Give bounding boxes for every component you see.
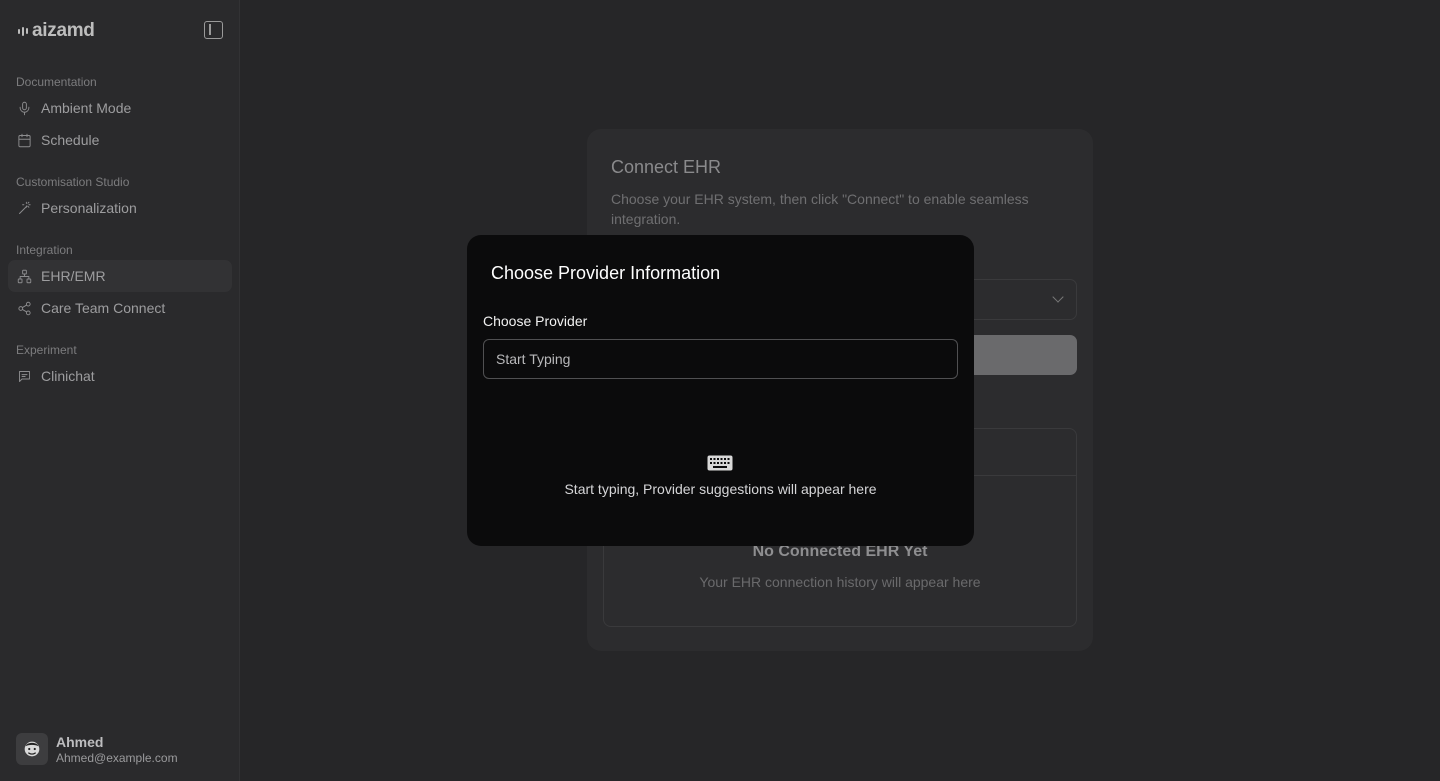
card-title: Connect EHR [611,157,722,177]
app-root: aizamd Documentation Ambient Mode Schedu… [0,0,1440,781]
sidebar: aizamd Documentation Ambient Mode Schedu… [0,0,240,781]
section-label-integration: Integration [16,243,73,257]
calendar-icon [16,132,32,148]
user-email: Ahmed@example.com [56,750,178,765]
chat-icon [16,368,32,384]
microphone-icon [16,100,32,116]
sidebar-item-label: Personalization [41,200,137,216]
provider-field-label: Choose Provider [483,313,588,329]
sidebar-item-ambient-mode[interactable]: Ambient Mode [8,92,232,124]
suggestions-hint: Start typing, Provider suggestions will … [564,481,877,497]
modal-title: Choose Provider Information [491,263,721,283]
sidebar-item-label: Schedule [41,132,100,148]
sidebar-item-care-team-connect[interactable]: Care Team Connect [8,292,232,324]
avatar [16,733,48,765]
brand-logo[interactable]: aizamd [18,20,95,42]
avatar-face-icon [24,741,40,757]
user-profile[interactable]: Ahmed Ahmed@example.com [16,733,178,765]
sidebar-toggle-icon[interactable] [204,21,223,39]
section-label-customisation-studio: Customisation Studio [16,175,130,189]
sidebar-item-label: Clinichat [41,368,95,384]
sidebar-item-label: Care Team Connect [41,300,166,316]
brand-name: aizamd [32,20,95,41]
choose-provider-modal: Choose Provider Information Choose Provi… [467,235,974,546]
sidebar-item-clinichat[interactable]: Clinichat [8,360,232,392]
section-label-experiment: Experiment [16,343,77,357]
network-icon [16,268,32,284]
card-subtitle: Choose your EHR system, then click "Conn… [611,191,1029,227]
provider-search-input[interactable] [483,339,958,379]
user-name: Ahmed [56,733,104,750]
share-icon [16,300,32,316]
sidebar-item-label: Ambient Mode [41,100,132,116]
section-label-documentation: Documentation [16,75,97,89]
keyboard-icon [707,455,733,471]
sidebar-item-personalization[interactable]: Personalization [8,192,232,224]
sidebar-item-ehr-emr[interactable]: EHR/EMR [8,260,232,292]
sidebar-item-label: EHR/EMR [41,268,106,284]
empty-state-subtitle: Your EHR connection history will appear … [699,574,981,590]
magic-wand-icon [16,200,32,216]
sidebar-item-schedule[interactable]: Schedule [8,124,232,156]
chevron-down-icon [1052,291,1064,303]
logo-bars-icon [18,24,28,38]
